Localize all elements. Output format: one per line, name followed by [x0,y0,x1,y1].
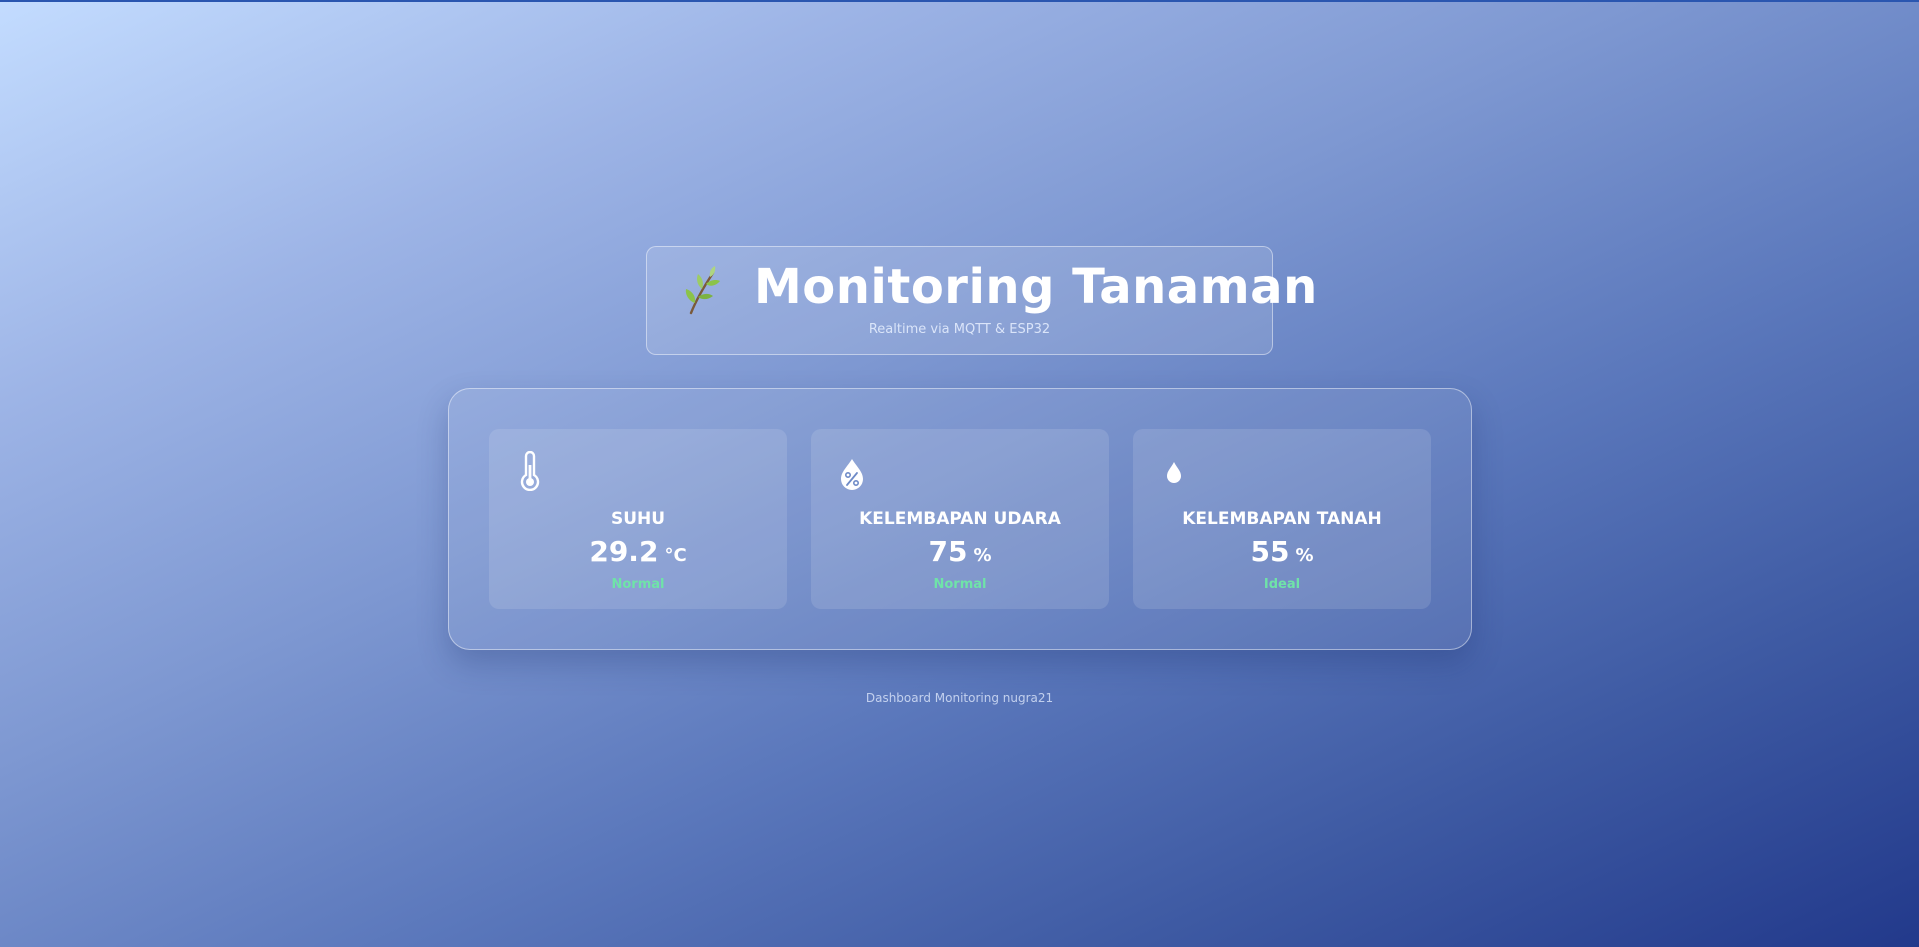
sensor-status: Ideal [1263,577,1301,592]
sensor-label: KELEMBAPAN TANAH [1182,509,1382,529]
sensor-value-unit: % [1295,545,1314,566]
sensor-value: 75% [811,535,1109,568]
sensor-panel: SUHU 29.2 °C Normal KELEMBAPAN UDARA 75% … [448,388,1472,650]
sensor-status: Normal [933,577,987,592]
page-title: Monitoring Tanaman [754,259,1318,315]
thermometer-icon [520,451,540,491]
sensor-value-unit: °C [664,545,687,566]
water-drop-icon [1167,462,1181,483]
sensor-value-unit: % [973,545,992,566]
footer-text: Dashboard Monitoring nugra21 [865,691,1054,705]
sensor-status: Normal [611,577,665,592]
sensor-value-number: 75 [928,535,968,568]
leaf-branch-icon [685,266,720,315]
sensor-value: 55% [1133,535,1431,568]
humidity-percent-icon [841,459,863,490]
header-card: Monitoring Tanaman Realtime via MQTT & E… [646,246,1317,355]
sensor-value: 29.2 °C [489,535,787,568]
sensor-value-number: 55 [1250,535,1290,568]
sensor-card-temperature: SUHU 29.2 °C Normal [489,429,787,609]
sensor-value-number: 29.2 [589,535,659,568]
sensor-label: KELEMBAPAN UDARA [859,509,1061,529]
top-accent-bar [0,0,1919,2]
sensor-card-soil-moisture: KELEMBAPAN TANAH 55% Ideal [1133,429,1431,609]
sensor-label: SUHU [610,509,666,529]
page-subtitle: Realtime via MQTT & ESP32 [868,322,1051,337]
sensor-card-air-humidity: KELEMBAPAN UDARA 75% Normal [811,429,1109,609]
